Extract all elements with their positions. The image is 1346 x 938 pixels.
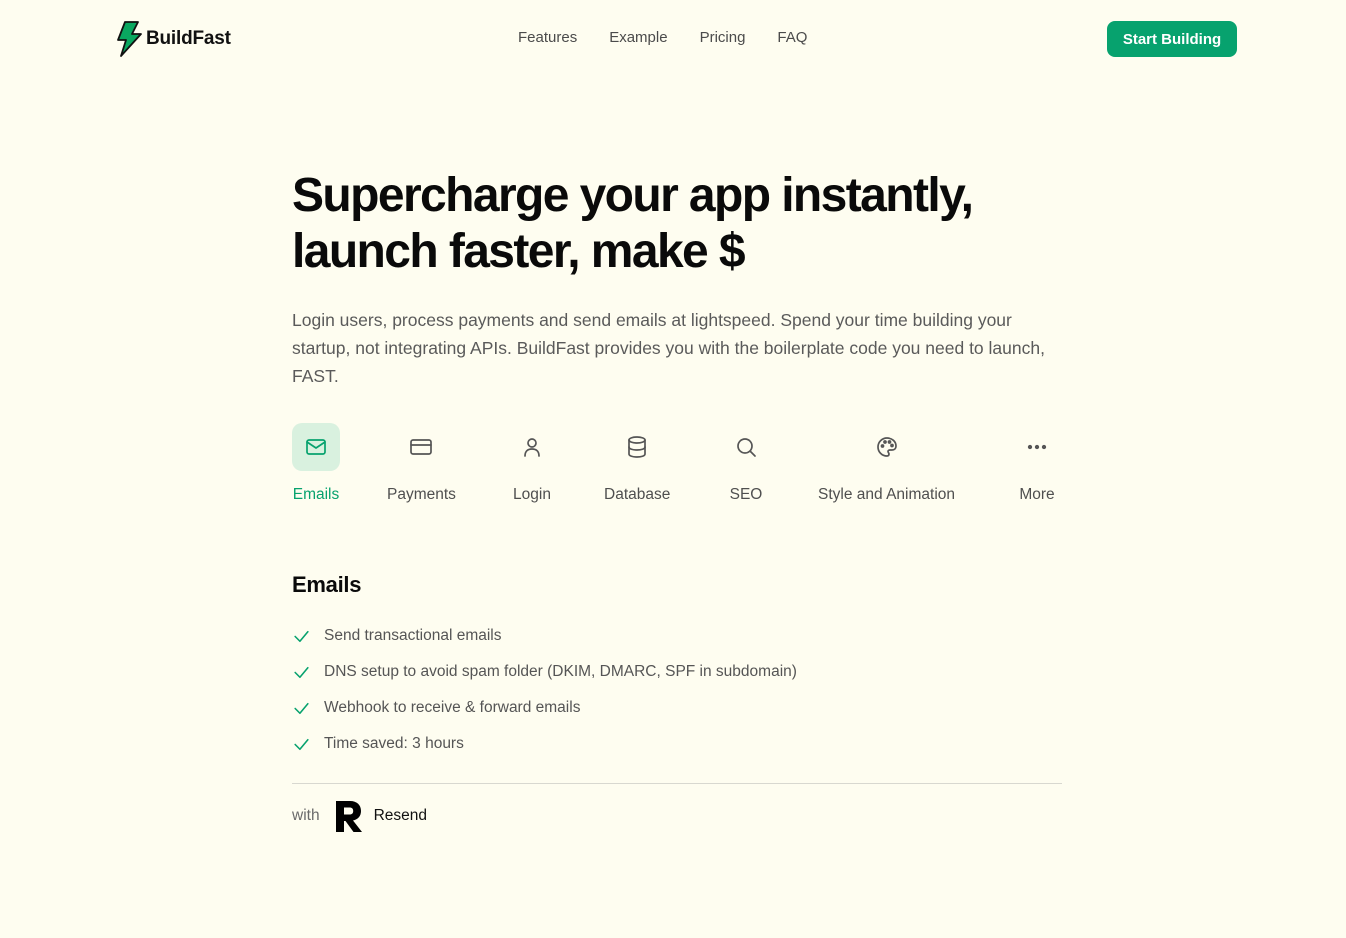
- brand-logo-link[interactable]: BuildFast: [116, 21, 231, 57]
- nav-link-features[interactable]: Features: [518, 29, 577, 46]
- database-icon: [628, 436, 647, 458]
- nav-link-example[interactable]: Example: [609, 29, 667, 46]
- provider-credit: with Resend: [292, 797, 427, 835]
- tab-style-icon-box: [863, 423, 911, 471]
- credit-card-icon: [410, 439, 433, 455]
- tab-login-icon-box: [508, 423, 556, 471]
- tab-style-and-animation[interactable]: Style and Animation: [818, 423, 955, 504]
- feature-item-text: Time saved: 3 hours: [324, 735, 464, 752]
- tab-seo-icon-box: [722, 423, 770, 471]
- check-icon: [292, 699, 324, 718]
- check-icon: [292, 735, 324, 754]
- user-icon: [524, 438, 540, 457]
- tab-more-icon-box: [1013, 423, 1061, 471]
- tab-label-style-and-animation: Style and Animation: [818, 486, 956, 503]
- tab-database-icon-box: [613, 423, 661, 471]
- site-header: BuildFast Features Example Pricing FAQ S…: [0, 0, 1346, 78]
- tab-label-seo: SEO: [729, 486, 763, 503]
- start-building-button[interactable]: Start Building: [1107, 21, 1237, 57]
- provider-name: Resend: [373, 807, 428, 824]
- tab-seo[interactable]: SEO: [722, 423, 770, 504]
- tab-emails[interactable]: Emails: [292, 423, 340, 504]
- nav-link-pricing[interactable]: Pricing: [700, 29, 746, 46]
- with-label: with: [292, 807, 320, 824]
- hero-title: Supercharge your app instantly, launch f…: [292, 168, 1072, 280]
- hero-description: Login users, process payments and send e…: [292, 310, 1045, 386]
- mail-icon: [306, 439, 326, 455]
- lightning-bolt-icon: [117, 21, 142, 57]
- search-icon: [737, 438, 756, 457]
- resend-logo-icon: [335, 801, 362, 832]
- palette-icon: [876, 437, 897, 457]
- tab-label-login: Login: [513, 486, 551, 503]
- tab-payments[interactable]: Payments: [387, 423, 456, 504]
- tab-database[interactable]: Database: [604, 423, 670, 504]
- feature-item: Time saved: 3 hours: [292, 726, 1062, 762]
- check-icon: [292, 663, 324, 682]
- feature-list: Send transactional emails DNS setup to a…: [292, 618, 1062, 762]
- hero-title-line-1: Supercharge your app instantly,: [292, 169, 974, 222]
- feature-item: Send transactional emails: [292, 618, 1062, 654]
- hero-title-line-2: launch faster, make $: [292, 225, 746, 278]
- brand-name: BuildFast: [146, 28, 231, 49]
- feature-item-text: DNS setup to avoid spam folder (DKIM, DM…: [324, 663, 797, 680]
- feature-item-text: Webhook to receive & forward emails: [324, 699, 581, 716]
- tab-label-emails: Emails: [292, 486, 340, 503]
- tab-label-more: More: [1019, 486, 1055, 503]
- tab-payments-icon-box: [397, 423, 445, 471]
- hero-section: Supercharge your app instantly, launch f…: [292, 168, 1072, 390]
- feature-item-text: Send transactional emails: [324, 627, 502, 644]
- check-icon: [292, 627, 324, 646]
- tab-label-payments: Payments: [387, 486, 456, 503]
- tab-emails-icon-box: [292, 423, 340, 471]
- main-nav: Features Example Pricing FAQ: [518, 29, 807, 46]
- landing-page: BuildFast Features Example Pricing FAQ S…: [0, 0, 1346, 938]
- tab-more[interactable]: More: [1013, 423, 1061, 504]
- nav-link-faq[interactable]: FAQ: [777, 29, 807, 46]
- feature-item: DNS setup to avoid spam folder (DKIM, DM…: [292, 654, 1062, 690]
- panel-divider: [292, 783, 1062, 784]
- more-horizontal-icon: [1027, 444, 1047, 450]
- feature-tabs: Emails Payments Login Database SEO Style…: [292, 423, 1062, 513]
- feature-panel-title: Emails: [292, 572, 362, 597]
- feature-panel: Emails Send transactional emails DNS set…: [292, 572, 1062, 762]
- tab-label-database: Database: [604, 486, 671, 503]
- tab-login[interactable]: Login: [508, 423, 556, 504]
- feature-item: Webhook to receive & forward emails: [292, 690, 1062, 726]
